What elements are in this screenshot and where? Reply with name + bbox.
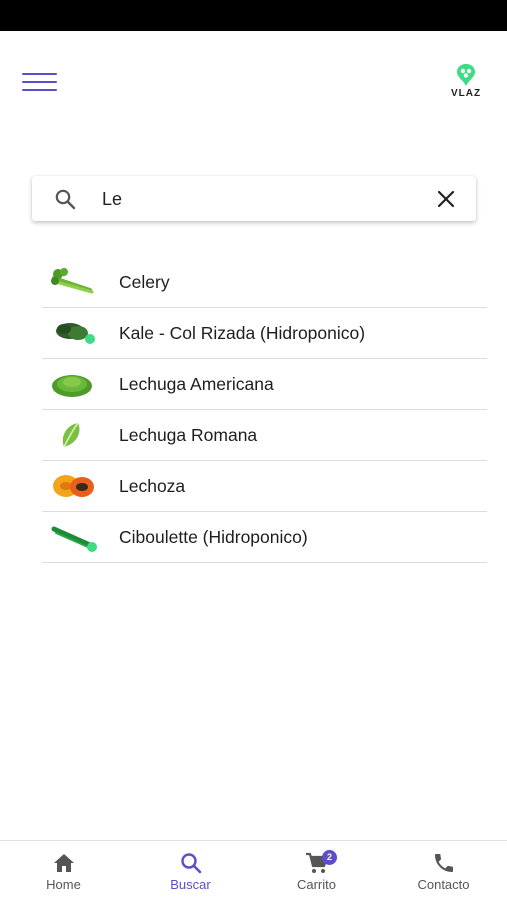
logo-icon	[457, 64, 475, 86]
bottom-navigation: Home Buscar 2 Carrito Contacto	[0, 840, 507, 900]
list-item[interactable]: Ciboulette (Hidroponico)	[42, 512, 487, 563]
list-item[interactable]: Lechuga Romana	[42, 410, 487, 461]
search-box[interactable]	[32, 176, 476, 221]
product-name: Kale - Col Rizada (Hidroponico)	[119, 323, 366, 343]
nav-label: Carrito	[296, 877, 336, 892]
list-item[interactable]: Celery	[42, 257, 487, 308]
hamburger-menu-button[interactable]	[20, 69, 60, 95]
brand-text: VLAZ	[450, 88, 482, 99]
product-name: Lechuga Romana	[119, 425, 258, 445]
chives-image	[51, 526, 97, 552]
menu-line	[22, 81, 57, 83]
lettuce-image	[52, 375, 92, 397]
nav-item-contacto[interactable]: Contacto	[380, 841, 507, 900]
status-bar	[0, 0, 507, 31]
cart-count-badge: 2	[322, 850, 337, 865]
romaine-image	[62, 422, 80, 448]
nav-label: Buscar	[170, 877, 211, 892]
nav-item-home[interactable]: Home	[0, 841, 127, 900]
search-input[interactable]	[102, 184, 422, 214]
menu-line	[22, 73, 57, 75]
celery-image	[51, 268, 94, 294]
phone-icon	[434, 854, 453, 872]
product-name: Ciboulette (Hidroponico)	[119, 527, 308, 547]
list-item[interactable]: Lechoza	[42, 461, 487, 512]
list-item[interactable]: Kale - Col Rizada (Hidroponico)	[42, 308, 487, 359]
product-name: Celery	[119, 272, 170, 292]
menu-line	[22, 89, 57, 91]
nav-item-carrito[interactable]: 2 Carrito	[253, 841, 380, 900]
nav-label: Contacto	[417, 877, 470, 892]
kale-image	[56, 323, 95, 344]
app-header: VLAZ	[0, 31, 507, 131]
nav-item-buscar[interactable]: Buscar	[127, 841, 254, 900]
home-icon	[53, 854, 74, 872]
search-icon	[54, 188, 76, 210]
clear-search-icon[interactable]	[434, 187, 458, 211]
search-icon	[180, 853, 201, 874]
product-name: Lechoza	[119, 476, 186, 496]
list-item[interactable]: Lechuga Americana	[42, 359, 487, 410]
search-results-list: Celery Kale - Col Rizada (Hidroponico) L…	[42, 257, 487, 563]
nav-label: Home	[46, 877, 81, 892]
papaya-image	[53, 475, 94, 497]
product-name: Lechuga Americana	[119, 374, 274, 394]
brand-logo[interactable]: VLAZ	[444, 63, 488, 103]
